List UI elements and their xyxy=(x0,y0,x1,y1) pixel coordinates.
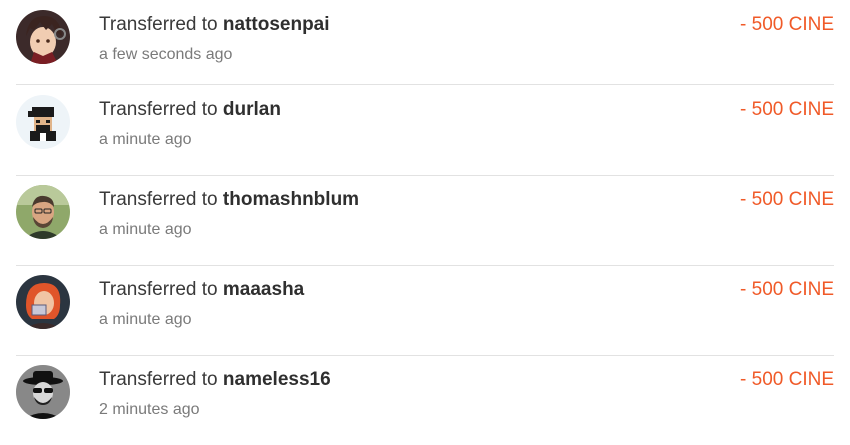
photo-avatar-icon xyxy=(16,275,70,329)
recipient-username[interactable]: durlan xyxy=(223,99,281,120)
timestamp: a minute ago xyxy=(99,221,192,238)
recipient-username[interactable]: maaasha xyxy=(223,279,304,300)
transaction-row[interactable]: Transferred to maaasha a minute ago - 50… xyxy=(0,265,850,355)
transfer-title: Transferred to nameless16 xyxy=(99,369,331,391)
transaction-list: Transferred to nattosenpai a few seconds… xyxy=(0,0,850,435)
timestamp: a minute ago xyxy=(99,311,192,328)
amount: - 500 CINE xyxy=(740,279,834,300)
timestamp: a minute ago xyxy=(99,131,192,148)
recipient-username[interactable]: nameless16 xyxy=(223,369,331,390)
recipient-username[interactable]: thomashnblum xyxy=(223,189,359,210)
transfer-prefix: Transferred to xyxy=(99,369,223,390)
avatar-durlan[interactable] xyxy=(16,95,70,149)
recipient-username[interactable]: nattosenpai xyxy=(223,14,330,35)
amount: - 500 CINE xyxy=(740,369,834,390)
transfer-title: Transferred to maaasha xyxy=(99,279,304,301)
transfer-title: Transferred to nattosenpai xyxy=(99,14,330,36)
timestamp: a few seconds ago xyxy=(99,46,233,63)
amount: - 500 CINE xyxy=(740,189,834,210)
hat-sunglasses-avatar-icon xyxy=(16,365,70,419)
avatar-nattosenpai[interactable] xyxy=(16,10,70,64)
transfer-prefix: Transferred to xyxy=(99,279,223,300)
transfer-prefix: Transferred to xyxy=(99,99,223,120)
photo-avatar-icon xyxy=(16,185,70,239)
transaction-row[interactable]: Transferred to durlan a minute ago - 500… xyxy=(0,85,850,175)
transaction-row[interactable]: Transferred to thomashnblum a minute ago… xyxy=(0,175,850,265)
amount: - 500 CINE xyxy=(740,14,834,35)
transfer-title: Transferred to thomashnblum xyxy=(99,189,359,211)
timestamp: 2 minutes ago xyxy=(99,401,200,418)
transaction-row[interactable]: Transferred to nameless16 2 minutes ago … xyxy=(0,355,850,445)
transfer-title: Transferred to durlan xyxy=(99,99,281,121)
avatar-nameless16[interactable] xyxy=(16,365,70,419)
pixel-art-avatar-icon xyxy=(16,95,70,149)
amount: - 500 CINE xyxy=(740,99,834,120)
avatar-thomashnblum[interactable] xyxy=(16,185,70,239)
avatar-maaasha[interactable] xyxy=(16,275,70,329)
anime-avatar-icon xyxy=(16,10,70,64)
transfer-prefix: Transferred to xyxy=(99,14,223,35)
transaction-row[interactable]: Transferred to nattosenpai a few seconds… xyxy=(0,0,850,90)
transfer-prefix: Transferred to xyxy=(99,189,223,210)
